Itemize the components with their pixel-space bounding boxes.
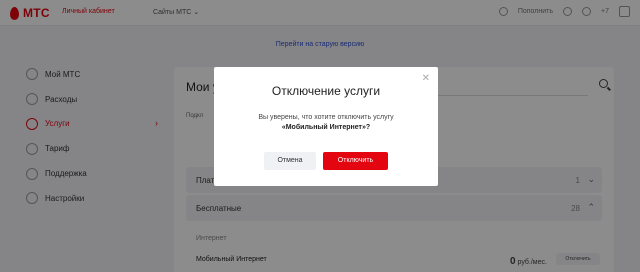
dialog-question: Вы уверены, что хотите отключить услугу [258,114,394,121]
dialog-service-name: «Мобильный Интернет»? [281,124,371,131]
cancel-button[interactable]: Отмена [264,152,316,170]
close-icon[interactable]: ✕ [422,73,430,84]
disable-service-dialog: ✕ Отключение услуги Вы уверены, что хоти… [214,67,438,186]
dialog-title: Отключение услуги [271,84,381,98]
disable-button[interactable]: Отключить [323,152,388,170]
